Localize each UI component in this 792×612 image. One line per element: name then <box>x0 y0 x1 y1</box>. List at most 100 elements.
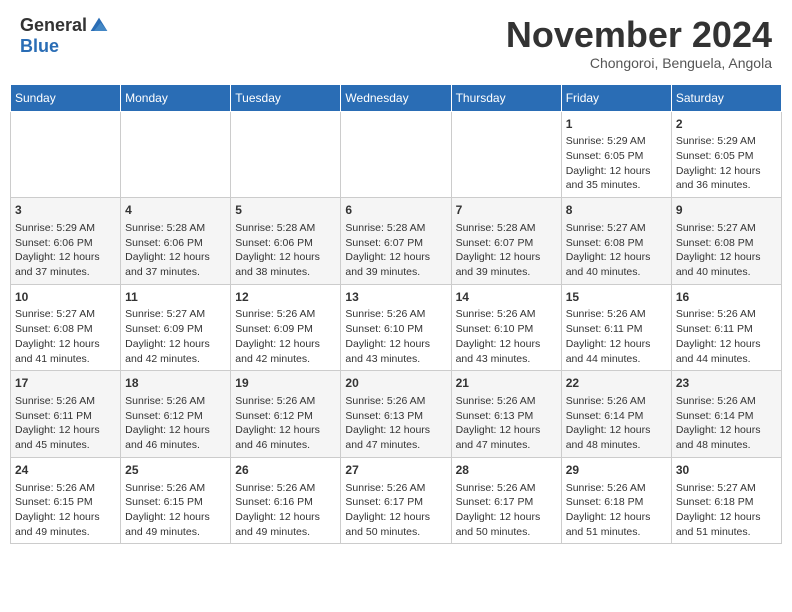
calendar-day-cell <box>341 111 451 198</box>
calendar-week-row: 17 Sunrise: 5:26 AMSunset: 6:11 PMDayligh… <box>11 371 782 458</box>
calendar-day-cell: 26Sunrise: 5:26 AMSunset: 6:16 PMDayligh… <box>231 457 341 544</box>
calendar-day-cell <box>451 111 561 198</box>
calendar-day-cell: 30 Sunrise: 5:27 AMSunset: 6:18 PMDayligh… <box>671 457 781 544</box>
day-info: Sunrise: 5:27 AMSunset: 6:09 PMDaylight:… <box>125 307 226 366</box>
day-number: 9 <box>676 202 777 219</box>
calendar-day-cell: 25 Sunrise: 5:26 AMSunset: 6:15 PMDayligh… <box>121 457 231 544</box>
calendar-header-row: SundayMondayTuesdayWednesdayThursdayFrid… <box>11 84 782 111</box>
day-info: Sunrise: 5:29 AMSunset: 6:05 PMDaylight:… <box>566 134 667 193</box>
day-number: 24 <box>15 462 116 479</box>
day-info: Sunrise: 5:27 AMSunset: 6:08 PMDaylight:… <box>15 307 116 366</box>
calendar-day-cell <box>231 111 341 198</box>
calendar-day-cell: 10Sunrise: 5:27 AMSunset: 6:08 PMDayligh… <box>11 284 121 371</box>
day-of-week-header: Monday <box>121 84 231 111</box>
day-info: Sunrise: 5:26 AMSunset: 6:14 PMDaylight:… <box>676 394 777 453</box>
calendar-day-cell: 12Sunrise: 5:26 AMSunset: 6:09 PMDayligh… <box>231 284 341 371</box>
day-number: 20 <box>345 375 446 392</box>
day-info: Sunrise: 5:26 AMSunset: 6:16 PMDaylight:… <box>235 481 336 540</box>
calendar-day-cell: 14Sunrise: 5:26 AMSunset: 6:10 PMDayligh… <box>451 284 561 371</box>
day-number: 2 <box>676 116 777 133</box>
calendar-day-cell: 17 Sunrise: 5:26 AMSunset: 6:11 PMDayligh… <box>11 371 121 458</box>
day-number: 8 <box>566 202 667 219</box>
day-info: Sunrise: 5:26 AMSunset: 6:18 PMDaylight:… <box>566 481 667 540</box>
day-info: Sunrise: 5:27 AMSunset: 6:18 PMDaylight:… <box>676 481 777 540</box>
day-info: Sunrise: 5:27 AMSunset: 6:08 PMDaylight:… <box>566 221 667 280</box>
day-number: 16 <box>676 289 777 306</box>
day-of-week-header: Friday <box>561 84 671 111</box>
calendar-day-cell: 18 Sunrise: 5:26 AMSunset: 6:12 PMDayligh… <box>121 371 231 458</box>
day-number: 15 <box>566 289 667 306</box>
day-number: 19 <box>235 375 336 392</box>
day-number: 21 <box>456 375 557 392</box>
calendar-day-cell <box>11 111 121 198</box>
day-number: 10 <box>15 289 116 306</box>
calendar-day-cell: 27Sunrise: 5:26 AMSunset: 6:17 PMDayligh… <box>341 457 451 544</box>
page-header: General Blue November 2024 Chongoroi, Be… <box>10 10 782 76</box>
day-number: 4 <box>125 202 226 219</box>
calendar-day-cell: 7Sunrise: 5:28 AMSunset: 6:07 PMDaylight… <box>451 198 561 285</box>
day-info: Sunrise: 5:26 AMSunset: 6:10 PMDaylight:… <box>345 307 446 366</box>
title-section: November 2024 Chongoroi, Benguela, Angol… <box>506 15 772 71</box>
day-number: 13 <box>345 289 446 306</box>
calendar-day-cell: 29 Sunrise: 5:26 AMSunset: 6:18 PMDayligh… <box>561 457 671 544</box>
day-of-week-header: Tuesday <box>231 84 341 111</box>
month-title: November 2024 <box>506 15 772 55</box>
day-number: 27 <box>345 462 446 479</box>
day-info: Sunrise: 5:26 AMSunset: 6:15 PMDaylight:… <box>125 481 226 540</box>
calendar-table: SundayMondayTuesdayWednesdayThursdayFrid… <box>10 84 782 545</box>
day-info: Sunrise: 5:26 AMSunset: 6:15 PMDaylight:… <box>15 481 116 540</box>
calendar-day-cell: 23 Sunrise: 5:26 AMSunset: 6:14 PMDayligh… <box>671 371 781 458</box>
calendar-day-cell: 15Sunrise: 5:26 AMSunset: 6:11 PMDayligh… <box>561 284 671 371</box>
day-info: Sunrise: 5:26 AMSunset: 6:11 PMDaylight:… <box>566 307 667 366</box>
logo: General Blue <box>20 15 109 57</box>
calendar-week-row: 3 Sunrise: 5:29 AMSunset: 6:06 PMDaylight… <box>11 198 782 285</box>
day-info: Sunrise: 5:29 AMSunset: 6:06 PMDaylight:… <box>15 221 116 280</box>
day-info: Sunrise: 5:26 AMSunset: 6:14 PMDaylight:… <box>566 394 667 453</box>
day-of-week-header: Thursday <box>451 84 561 111</box>
calendar-day-cell: 5Sunrise: 5:28 AMSunset: 6:06 PMDaylight… <box>231 198 341 285</box>
day-number: 29 <box>566 462 667 479</box>
day-info: Sunrise: 5:26 AMSunset: 6:13 PMDaylight:… <box>456 394 557 453</box>
calendar-day-cell: 13Sunrise: 5:26 AMSunset: 6:10 PMDayligh… <box>341 284 451 371</box>
calendar-week-row: 1Sunrise: 5:29 AMSunset: 6:05 PMDaylight… <box>11 111 782 198</box>
day-info: Sunrise: 5:26 AMSunset: 6:12 PMDaylight:… <box>125 394 226 453</box>
calendar-week-row: 24 Sunrise: 5:26 AMSunset: 6:15 PMDayligh… <box>11 457 782 544</box>
calendar-day-cell: 21 Sunrise: 5:26 AMSunset: 6:13 PMDayligh… <box>451 371 561 458</box>
day-info: Sunrise: 5:26 AMSunset: 6:13 PMDaylight:… <box>345 394 446 453</box>
day-number: 17 <box>15 375 116 392</box>
day-number: 1 <box>566 116 667 133</box>
day-info: Sunrise: 5:26 AMSunset: 6:09 PMDaylight:… <box>235 307 336 366</box>
day-info: Sunrise: 5:26 AMSunset: 6:11 PMDaylight:… <box>15 394 116 453</box>
calendar-day-cell: 24 Sunrise: 5:26 AMSunset: 6:15 PMDayligh… <box>11 457 121 544</box>
calendar-day-cell: 1Sunrise: 5:29 AMSunset: 6:05 PMDaylight… <box>561 111 671 198</box>
logo-general-text: General <box>20 15 87 36</box>
day-info: Sunrise: 5:27 AMSunset: 6:08 PMDaylight:… <box>676 221 777 280</box>
day-number: 25 <box>125 462 226 479</box>
day-number: 23 <box>676 375 777 392</box>
calendar-day-cell: 6Sunrise: 5:28 AMSunset: 6:07 PMDaylight… <box>341 198 451 285</box>
day-of-week-header: Saturday <box>671 84 781 111</box>
calendar-day-cell: 9 Sunrise: 5:27 AMSunset: 6:08 PMDaylight… <box>671 198 781 285</box>
day-number: 3 <box>15 202 116 219</box>
day-number: 18 <box>125 375 226 392</box>
day-info: Sunrise: 5:28 AMSunset: 6:06 PMDaylight:… <box>125 221 226 280</box>
day-number: 30 <box>676 462 777 479</box>
calendar-day-cell <box>121 111 231 198</box>
day-of-week-header: Sunday <box>11 84 121 111</box>
calendar-day-cell: 11Sunrise: 5:27 AMSunset: 6:09 PMDayligh… <box>121 284 231 371</box>
logo-blue-text: Blue <box>20 36 59 57</box>
day-info: Sunrise: 5:26 AMSunset: 6:17 PMDaylight:… <box>456 481 557 540</box>
calendar-day-cell: 28Sunrise: 5:26 AMSunset: 6:17 PMDayligh… <box>451 457 561 544</box>
calendar-day-cell: 8 Sunrise: 5:27 AMSunset: 6:08 PMDaylight… <box>561 198 671 285</box>
day-info: Sunrise: 5:26 AMSunset: 6:10 PMDaylight:… <box>456 307 557 366</box>
calendar-day-cell: 2Sunrise: 5:29 AMSunset: 6:05 PMDaylight… <box>671 111 781 198</box>
day-info: Sunrise: 5:29 AMSunset: 6:05 PMDaylight:… <box>676 134 777 193</box>
day-of-week-header: Wednesday <box>341 84 451 111</box>
day-number: 22 <box>566 375 667 392</box>
day-number: 11 <box>125 289 226 306</box>
location-subtitle: Chongoroi, Benguela, Angola <box>506 55 772 71</box>
day-info: Sunrise: 5:28 AMSunset: 6:06 PMDaylight:… <box>235 221 336 280</box>
day-info: Sunrise: 5:26 AMSunset: 6:12 PMDaylight:… <box>235 394 336 453</box>
calendar-day-cell: 19 Sunrise: 5:26 AMSunset: 6:12 PMDayligh… <box>231 371 341 458</box>
day-info: Sunrise: 5:26 AMSunset: 6:11 PMDaylight:… <box>676 307 777 366</box>
